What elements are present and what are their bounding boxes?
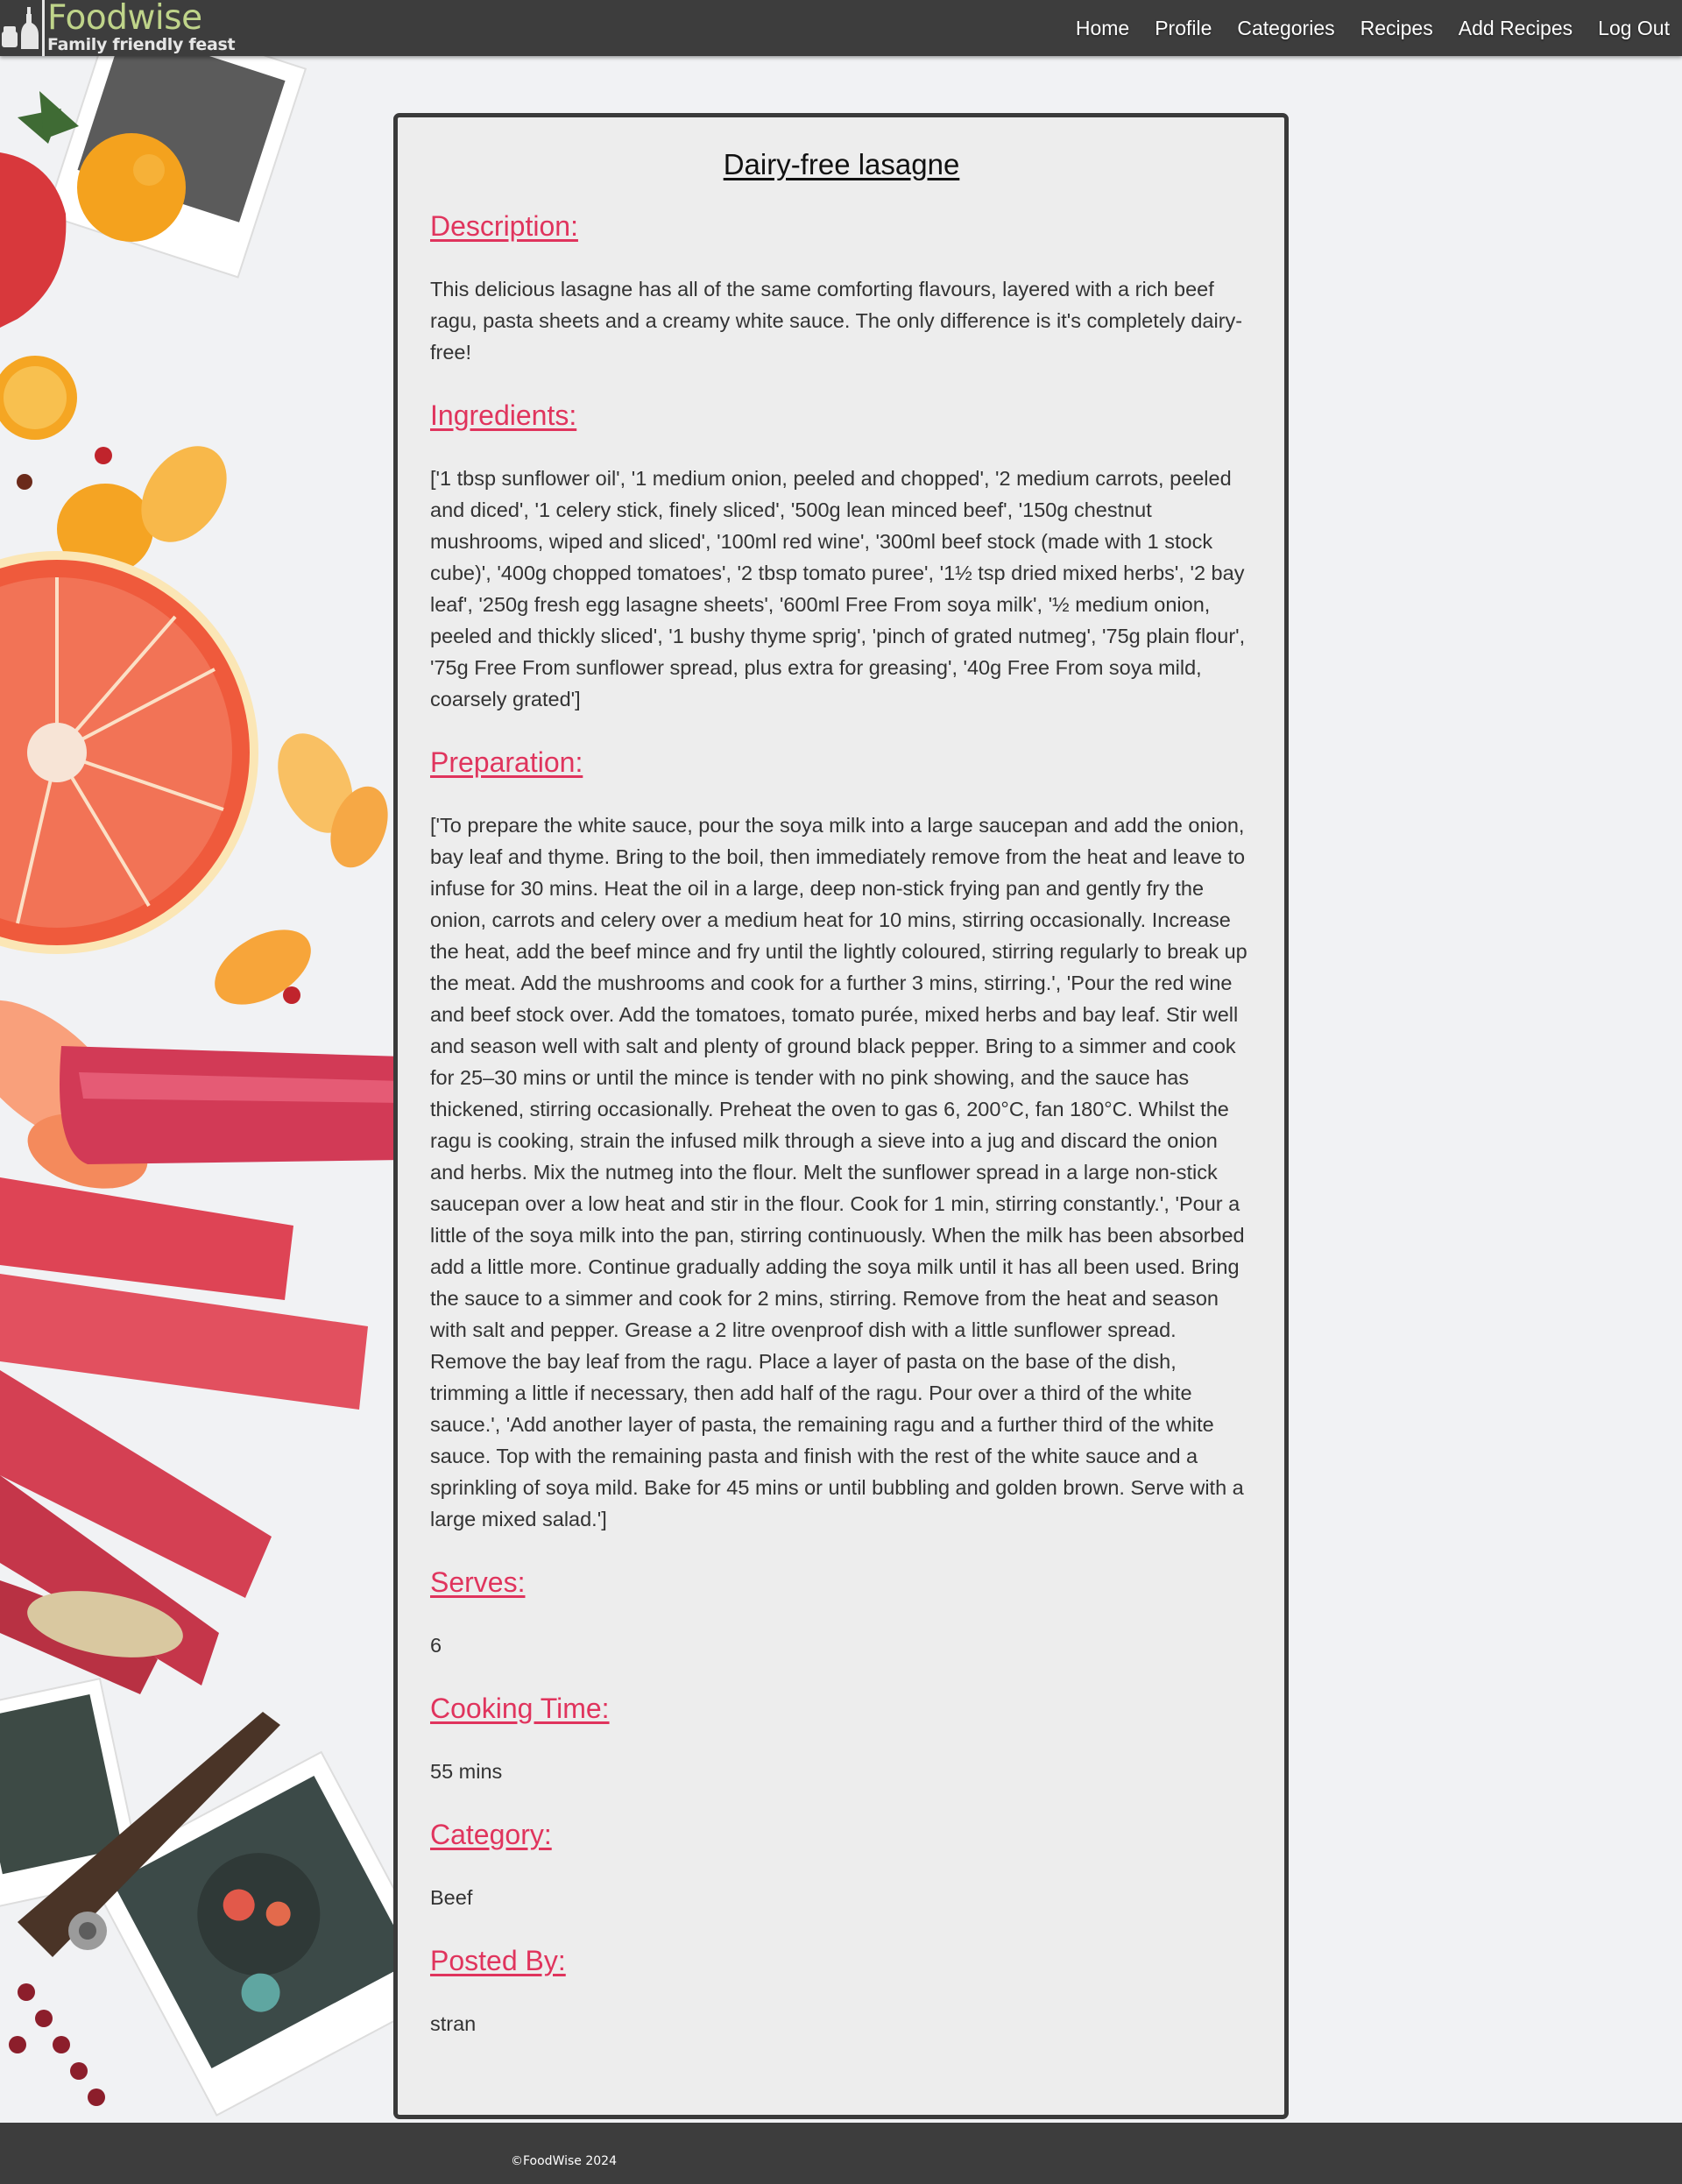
recipe-title: Dairy-free lasagne (723, 148, 960, 180)
category-heading: Category: (430, 1819, 552, 1850)
serves-heading: Serves: (430, 1566, 526, 1598)
brand-text: Foodwise Family friendly feast (47, 0, 236, 54)
background-food-photo (0, 56, 403, 2117)
description-section: Description: This delicious lasagne has … (430, 209, 1253, 368)
ingredients-heading: Ingredients: (430, 399, 577, 431)
nav-categories-link[interactable]: Categories (1237, 17, 1334, 40)
cooking-time-value: 55 mins (430, 1760, 503, 1783)
kitchen-bottles-icon (2, 0, 45, 56)
ingredients-section: Ingredients: ['1 tbsp sunflower oil', '1… (430, 398, 1253, 715)
cooking-time-heading: Cooking Time: (430, 1693, 610, 1724)
recipe-card: Dairy-free lasagne Description: This del… (393, 113, 1289, 2119)
serves-section: Serves: 6 (430, 1565, 1253, 1661)
brand-tagline: Family friendly feast (47, 35, 236, 54)
copyright-text: ©FoodWise 2024 (511, 2154, 617, 2168)
description-text: This delicious lasagne has all of the sa… (430, 278, 1243, 364)
posted-by-section: Posted By: stran (430, 1943, 1253, 2039)
nav-log-out-link[interactable]: Log Out (1598, 17, 1670, 40)
cooking-time-section: Cooking Time: 55 mins (430, 1691, 1253, 1787)
posted-by-value: stran (430, 2012, 477, 2035)
brand-logo-link[interactable]: Foodwise Family friendly feast (0, 0, 236, 56)
description-heading: Description: (430, 210, 578, 242)
preparation-section: Preparation: ['To prepare the white sauc… (430, 745, 1253, 1535)
nav-profile-link[interactable]: Profile (1155, 17, 1212, 40)
nav-links: Home Profile Categories Recipes Add Reci… (1050, 0, 1670, 56)
nav-home-link[interactable]: Home (1076, 17, 1129, 40)
page-footer: ©FoodWise 2024 (0, 2123, 1682, 2184)
brand-name: Foodwise (47, 0, 202, 38)
ingredients-text: ['1 tbsp sunflower oil', '1 medium onion… (430, 467, 1246, 710)
nav-add-recipes-link[interactable]: Add Recipes (1459, 17, 1572, 40)
category-section: Category: Beef (430, 1817, 1253, 1913)
preparation-heading: Preparation: (430, 746, 583, 778)
posted-by-heading: Posted By: (430, 1945, 566, 1976)
top-navbar: Foodwise Family friendly feast Home Prof… (0, 0, 1682, 56)
nav-recipes-link[interactable]: Recipes (1360, 17, 1433, 40)
serves-value: 6 (430, 1634, 442, 1657)
preparation-text: ['To prepare the white sauce, pour the s… (430, 814, 1247, 1530)
category-value: Beef (430, 1886, 473, 1909)
